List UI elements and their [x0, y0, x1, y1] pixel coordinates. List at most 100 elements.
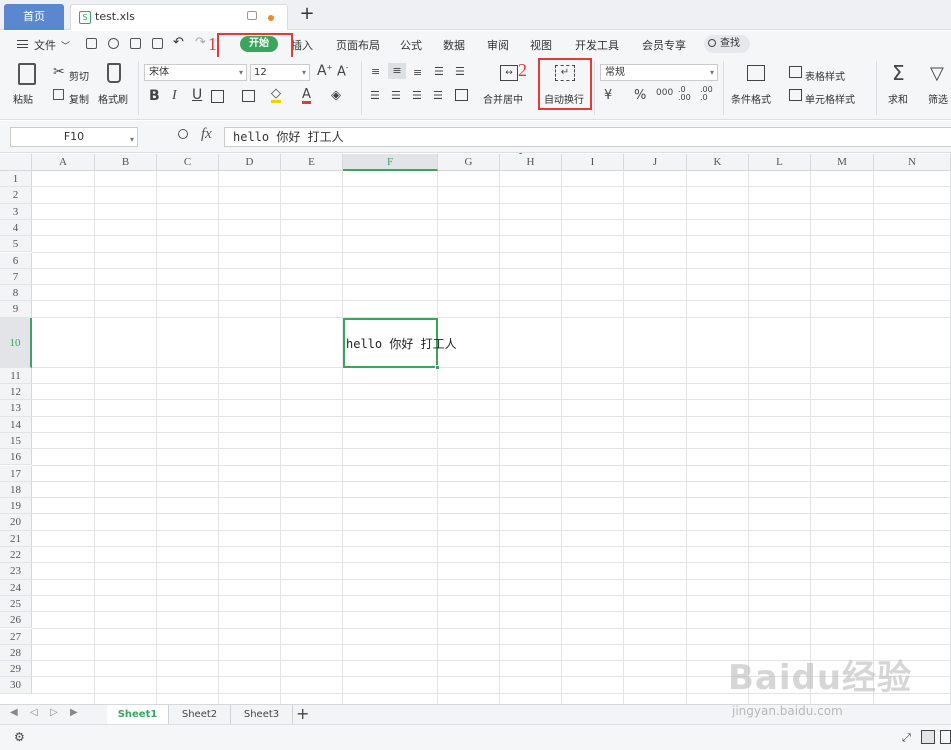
percent-icon[interactable]: % [634, 88, 646, 103]
row-header-24[interactable]: 24 [0, 579, 32, 596]
row-header-13[interactable]: 13 [0, 400, 32, 417]
window-pin-icon[interactable] [247, 11, 257, 20]
row-header-29[interactable]: 29 [0, 661, 32, 678]
column-header-n[interactable]: N [874, 154, 951, 171]
column-header-j[interactable]: J [624, 154, 687, 171]
merge-center-icon[interactable]: ↔ [500, 65, 518, 81]
print-icon[interactable] [130, 38, 141, 49]
row-header-15[interactable]: 15 [0, 432, 32, 450]
column-header-i[interactable]: I [562, 154, 624, 171]
align-middle-icon[interactable]: ≡ [388, 63, 406, 79]
column-header-d[interactable]: D [219, 154, 281, 171]
prev-sheet-icon[interactable]: ◁ [30, 707, 38, 718]
row-header-8[interactable]: 8 [0, 285, 32, 302]
row-header-6[interactable]: 6 [0, 252, 32, 269]
sheet-tab-2[interactable]: Sheet2 [169, 705, 231, 724]
conditional-format-icon[interactable] [747, 65, 765, 81]
format-painter-button[interactable]: 格式刷 [98, 91, 128, 106]
menu-view[interactable]: 视图 [530, 37, 552, 53]
row-header-17[interactable]: 17 [0, 465, 32, 482]
copy-button[interactable]: 复制 [69, 91, 89, 106]
new-tab-button[interactable]: + [297, 4, 317, 26]
format-painter-icon[interactable] [107, 63, 121, 83]
decrease-indent-icon[interactable]: ☰ [434, 65, 444, 78]
copy-icon[interactable] [53, 89, 64, 100]
name-box[interactable]: F10 ▾ [10, 127, 138, 147]
row-header-22[interactable]: 22 [0, 547, 32, 564]
sum-button[interactable]: 求和 [888, 91, 908, 106]
row-header-5[interactable]: 5 [0, 236, 32, 253]
row-header-18[interactable]: 18 [0, 481, 32, 499]
next-sheet-icon[interactable]: ▷ [50, 707, 58, 718]
sum-icon[interactable]: Σ [892, 61, 905, 85]
row-header-26[interactable]: 26 [0, 612, 32, 629]
row-header-16[interactable]: 16 [0, 449, 32, 466]
decrease-font-icon[interactable]: A- [337, 64, 348, 79]
column-header-b[interactable]: B [95, 154, 157, 171]
clear-border-icon[interactable] [242, 90, 255, 102]
tab-home[interactable]: 首页 [4, 4, 64, 30]
cut-button[interactable]: 剪切 [69, 68, 89, 83]
align-center-icon[interactable]: ☰ [391, 89, 401, 102]
distribute-icon[interactable] [455, 89, 468, 101]
search-box[interactable]: 查找 [704, 35, 750, 53]
table-style-icon[interactable] [789, 66, 802, 78]
formula-input[interactable]: hello 你好 打工人 [224, 127, 951, 147]
row-header-4[interactable]: 4 [0, 219, 32, 237]
menu-page-layout[interactable]: 页面布局 [336, 37, 380, 53]
cell-style-button[interactable]: 单元格样式 [805, 91, 855, 106]
menu-file-chevron-icon[interactable]: ﹀ [61, 39, 70, 52]
macro-icon[interactable]: ⚙ [14, 730, 25, 744]
menu-insert[interactable]: 插入 [291, 37, 313, 53]
last-sheet-icon[interactable]: ▶ [70, 707, 78, 718]
tab-test-xls[interactable]: S test.xls [70, 4, 288, 30]
column-header-h[interactable]: H [500, 154, 562, 171]
currency-icon[interactable]: ¥ [604, 88, 612, 103]
column-header-g[interactable]: G [438, 154, 500, 171]
eraser-icon[interactable]: ◈ [331, 88, 341, 103]
row-header-12[interactable]: 12 [0, 384, 32, 401]
font-name-select[interactable]: 宋体 ▾ [144, 64, 247, 81]
row-header-11[interactable]: 11 [0, 367, 32, 384]
align-right-icon[interactable]: ☰ [412, 89, 422, 102]
spreadsheet-grid[interactable]: A B C D E F G H I J K L M N 1 2 3 4 5 6 7 8 9 10 11 12 13 14 15 16 17 1… [0, 154, 951, 704]
cell-style-icon[interactable] [789, 89, 802, 101]
select-all-corner[interactable] [0, 154, 32, 171]
first-sheet-icon[interactable]: ◀ [10, 707, 18, 718]
merge-center-button[interactable]: 合并居中 [483, 91, 523, 106]
menu-data[interactable]: 数据 [443, 37, 465, 53]
row-header-25[interactable]: 25 [0, 595, 32, 613]
bold-icon[interactable]: B [149, 88, 160, 104]
zoom-icon[interactable] [178, 129, 188, 139]
row-header-21[interactable]: 21 [0, 530, 32, 547]
sheet-tab-1[interactable]: Sheet1 [107, 705, 169, 724]
menu-member[interactable]: 会员专享 [642, 37, 686, 53]
fill-color-icon[interactable]: ◇ [271, 87, 281, 103]
row-header-19[interactable]: 19 [0, 498, 32, 515]
row-header-14[interactable]: 14 [0, 416, 32, 433]
row-header-20[interactable]: 20 [0, 514, 32, 531]
filter-icon[interactable]: ▽ [930, 63, 944, 84]
fullscreen-icon[interactable]: ⤢ [902, 731, 911, 745]
column-header-f[interactable]: F [343, 154, 438, 171]
menu-file[interactable]: 文件 [34, 37, 56, 53]
column-header-a[interactable]: A [32, 154, 95, 171]
increase-decimal-icon[interactable]: .0.00 [678, 86, 691, 102]
font-size-select[interactable]: 12 ▾ [250, 64, 310, 81]
border-icon[interactable] [211, 90, 224, 103]
menu-developer[interactable]: 开发工具 [575, 37, 619, 53]
table-style-button[interactable]: 表格样式 [805, 68, 845, 83]
align-left-icon[interactable]: ☰ [370, 89, 380, 102]
row-header-3[interactable]: 3 [0, 203, 32, 220]
column-header-c[interactable]: C [157, 154, 219, 171]
scissors-icon[interactable]: ✂ [53, 64, 65, 80]
row-header-23[interactable]: 23 [0, 563, 32, 580]
add-sheet-icon[interactable]: + [296, 704, 309, 723]
save-icon[interactable] [86, 38, 97, 49]
print-preview-icon[interactable] [152, 38, 163, 49]
sheet-tab-3[interactable]: Sheet3 [231, 705, 293, 724]
decrease-decimal-icon[interactable]: .00.0 [700, 86, 713, 102]
row-header-2[interactable]: 2 [0, 187, 32, 204]
fill-handle[interactable] [435, 365, 440, 370]
column-header-k[interactable]: K [687, 154, 749, 171]
